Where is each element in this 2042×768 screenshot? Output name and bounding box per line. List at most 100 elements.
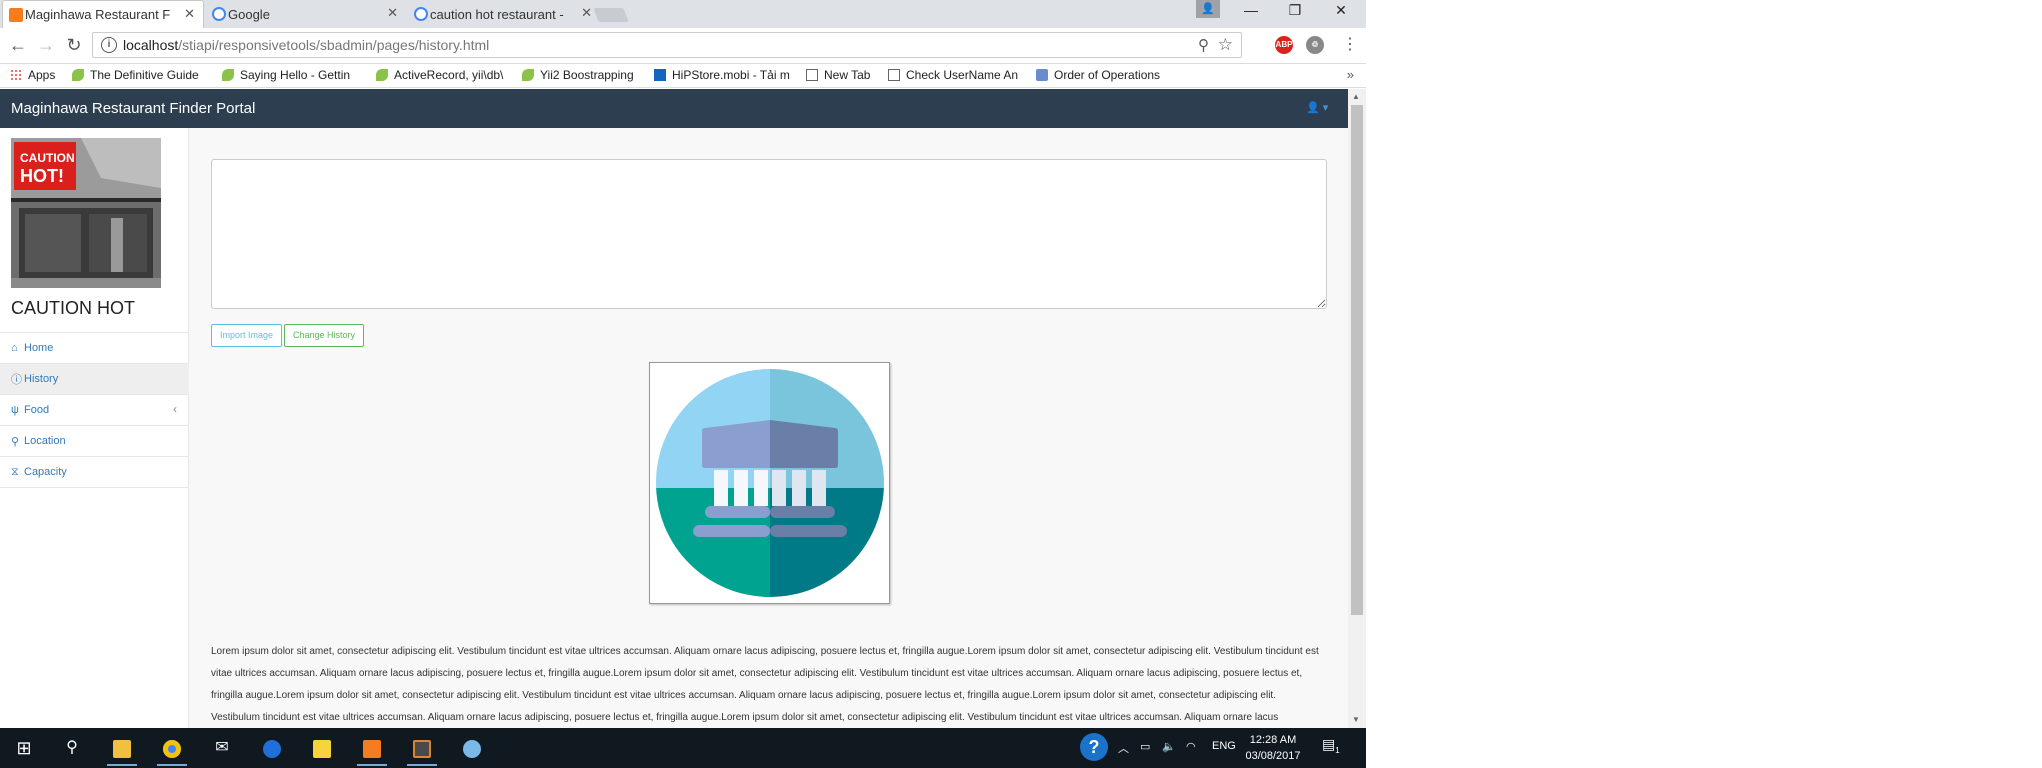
xampp-icon[interactable] xyxy=(352,734,392,766)
reload-icon[interactable]: ↻ xyxy=(64,36,84,54)
change-history-button[interactable]: Change History xyxy=(284,324,365,347)
sublime-icon[interactable] xyxy=(402,734,442,766)
start-icon[interactable]: ⊞ xyxy=(4,734,44,766)
bookmark-apps[interactable]: Apps xyxy=(10,68,66,82)
system-clock[interactable]: 12:28 AM 03/08/2017 xyxy=(1242,732,1304,764)
bookmark-new-tab[interactable]: New Tab xyxy=(806,68,884,82)
svg-text:HOT!: HOT! xyxy=(20,166,64,186)
close-tab-icon[interactable]: ✕ xyxy=(387,5,398,21)
tab-strip: Maginhawa Restaurant F ✕ Google ✕ cautio… xyxy=(0,0,1366,28)
close-window-button[interactable]: ✕ xyxy=(1318,2,1364,19)
file-explorer-icon[interactable] xyxy=(102,734,142,766)
bookmark-definitive-guide[interactable]: The Definitive Guide xyxy=(72,68,202,82)
history-image xyxy=(649,362,890,604)
filter-icon: ⧖ xyxy=(11,465,19,478)
page-viewport: Maginhawa Restaurant Finder Portal 👤 ▾ C… xyxy=(0,89,1366,728)
bookmark-label: Check UserName An xyxy=(906,68,1019,82)
scroll-up-icon[interactable]: ▲ xyxy=(1352,92,1360,101)
sidebar-item-label: Home xyxy=(24,342,54,354)
bookmark-label: HiPStore.mobi - Tải m xyxy=(672,68,790,82)
url-text[interactable]: localhost/stiapi/responsivetools/sbadmin… xyxy=(123,37,489,53)
forward-icon[interactable]: → xyxy=(36,36,56,54)
notification-count: 1 xyxy=(1335,745,1340,755)
tab-google[interactable]: Google ✕ xyxy=(206,0,406,28)
museum-building-icon xyxy=(656,369,884,597)
adblock-icon[interactable]: ABP xyxy=(1275,36,1293,54)
sticky-notes-icon[interactable] xyxy=(302,734,342,766)
windows-taskbar: ⊞ ⚲ ✉ ? ︿ ▭ 🔈 ◠ ENG 12:28 AM 03/08/2017 … xyxy=(0,728,1366,768)
svg-text:CAUTION: CAUTION xyxy=(20,151,75,165)
screen-background xyxy=(1366,0,2042,768)
search-icon[interactable]: ⚲ xyxy=(52,734,92,766)
clock-date: 03/08/2017 xyxy=(1245,750,1301,762)
tab-caution-hot-search[interactable]: caution hot restaurant - ✕ xyxy=(408,0,600,28)
restaurant-logo: CAUTION HOT! xyxy=(11,138,161,288)
page-scrollbar[interactable]: ▲ ▼ xyxy=(1348,89,1366,728)
chrome-icon[interactable] xyxy=(152,734,192,766)
import-image-button[interactable]: Import Image xyxy=(211,324,283,347)
history-textarea[interactable] xyxy=(211,159,1327,309)
bookmark-star-icon[interactable]: ☆ xyxy=(1218,35,1233,55)
restore-button[interactable]: ❐ xyxy=(1272,2,1318,19)
mail-icon[interactable]: ✉ xyxy=(202,734,242,766)
messenger-icon[interactable] xyxy=(252,734,292,766)
new-tab-button[interactable] xyxy=(593,8,629,22)
bookmark-label: The Definitive Guide xyxy=(90,68,199,82)
sidebar-item-food[interactable]: ψ Food ‹ xyxy=(0,395,189,426)
address-bar[interactable]: i localhost/stiapi/responsivetools/sbadm… xyxy=(92,32,1242,58)
battery-icon[interactable]: ▭ xyxy=(1140,740,1150,753)
bookmark-saying-hello[interactable]: Saying Hello - Gettin xyxy=(222,68,360,82)
paint-icon[interactable] xyxy=(452,734,492,766)
bookmark-check-username[interactable]: Check UserName An xyxy=(888,68,1022,82)
help-icon[interactable]: ? xyxy=(1080,733,1108,761)
extension-icon[interactable]: ♲ xyxy=(1306,36,1324,54)
bookmark-yii2-bootstrapping[interactable]: Yii2 Boostrapping xyxy=(522,68,648,82)
bookmark-label: Order of Operations xyxy=(1054,68,1161,82)
chevron-left-icon[interactable]: ‹ xyxy=(173,402,177,416)
url-host: localhost xyxy=(123,37,179,53)
tray-chevron-up-icon[interactable]: ︿ xyxy=(1118,740,1129,756)
brand-title[interactable]: Maginhawa Restaurant Finder Portal xyxy=(11,100,255,117)
language-indicator[interactable]: ENG xyxy=(1212,740,1236,752)
browser-toolbar: ← → ↻ i localhost/stiapi/responsivetools… xyxy=(0,28,1366,64)
bookmark-order-of-operations[interactable]: Order of Operations xyxy=(1036,68,1176,82)
volume-icon[interactable]: 🔈 xyxy=(1162,740,1176,753)
scroll-down-icon[interactable]: ▼ xyxy=(1352,715,1360,724)
restaurant-name: CAUTION HOT xyxy=(11,298,135,318)
cutlery-icon: ψ xyxy=(11,404,19,416)
minimize-button[interactable]: — xyxy=(1228,2,1274,18)
tab-title: Google xyxy=(228,6,270,22)
sidebar-item-capacity[interactable]: ⧖ Capacity xyxy=(0,457,189,488)
info-icon: ⓘ xyxy=(11,374,22,386)
yii-icon xyxy=(222,69,234,81)
screen: Maginhawa Restaurant F ✕ Google ✕ cautio… xyxy=(0,0,2042,768)
search-icon[interactable]: ⚲ xyxy=(1198,36,1209,54)
profile-icon[interactable]: 👤 xyxy=(1196,0,1220,18)
scrollbar-thumb[interactable] xyxy=(1351,105,1363,615)
yii-icon xyxy=(72,69,84,81)
back-icon[interactable]: ← xyxy=(8,36,28,54)
book-icon xyxy=(1036,69,1048,81)
wifi-icon[interactable]: ◠ xyxy=(1186,740,1196,753)
close-tab-icon[interactable]: ✕ xyxy=(581,5,592,21)
tab-maginhawa[interactable]: Maginhawa Restaurant F ✕ xyxy=(2,0,204,28)
hipstore-icon xyxy=(654,69,666,81)
user-dropdown[interactable]: 👤 ▾ xyxy=(1306,101,1328,114)
chrome-menu-icon[interactable]: ⋮ xyxy=(1340,36,1360,54)
bookmark-hipstore[interactable]: HiPStore.mobi - Tải m xyxy=(654,68,794,82)
url-path: /stiapi/responsivetools/sbadmin/pages/hi… xyxy=(178,37,490,53)
sidebar-item-location[interactable]: ⚲ Location xyxy=(0,426,189,457)
bookmark-label: New Tab xyxy=(824,68,871,82)
site-info-icon[interactable]: i xyxy=(101,37,117,53)
sidebar-item-label: Capacity xyxy=(24,466,67,478)
google-icon xyxy=(414,7,428,21)
bookmarks-bar: Apps The Definitive Guide Saying Hello -… xyxy=(0,64,1366,88)
page-icon xyxy=(888,69,900,81)
bookmarks-overflow-icon[interactable]: » xyxy=(1347,67,1354,82)
notifications-icon[interactable]: ▤1 xyxy=(1322,736,1340,755)
close-tab-icon[interactable]: ✕ xyxy=(184,6,195,22)
apps-icon xyxy=(10,69,22,81)
sidebar-item-history[interactable]: ⓘ History xyxy=(0,364,189,395)
sidebar-item-home[interactable]: ⌂ Home xyxy=(0,333,189,364)
bookmark-activerecord[interactable]: ActiveRecord, yii\db\ xyxy=(376,68,512,82)
